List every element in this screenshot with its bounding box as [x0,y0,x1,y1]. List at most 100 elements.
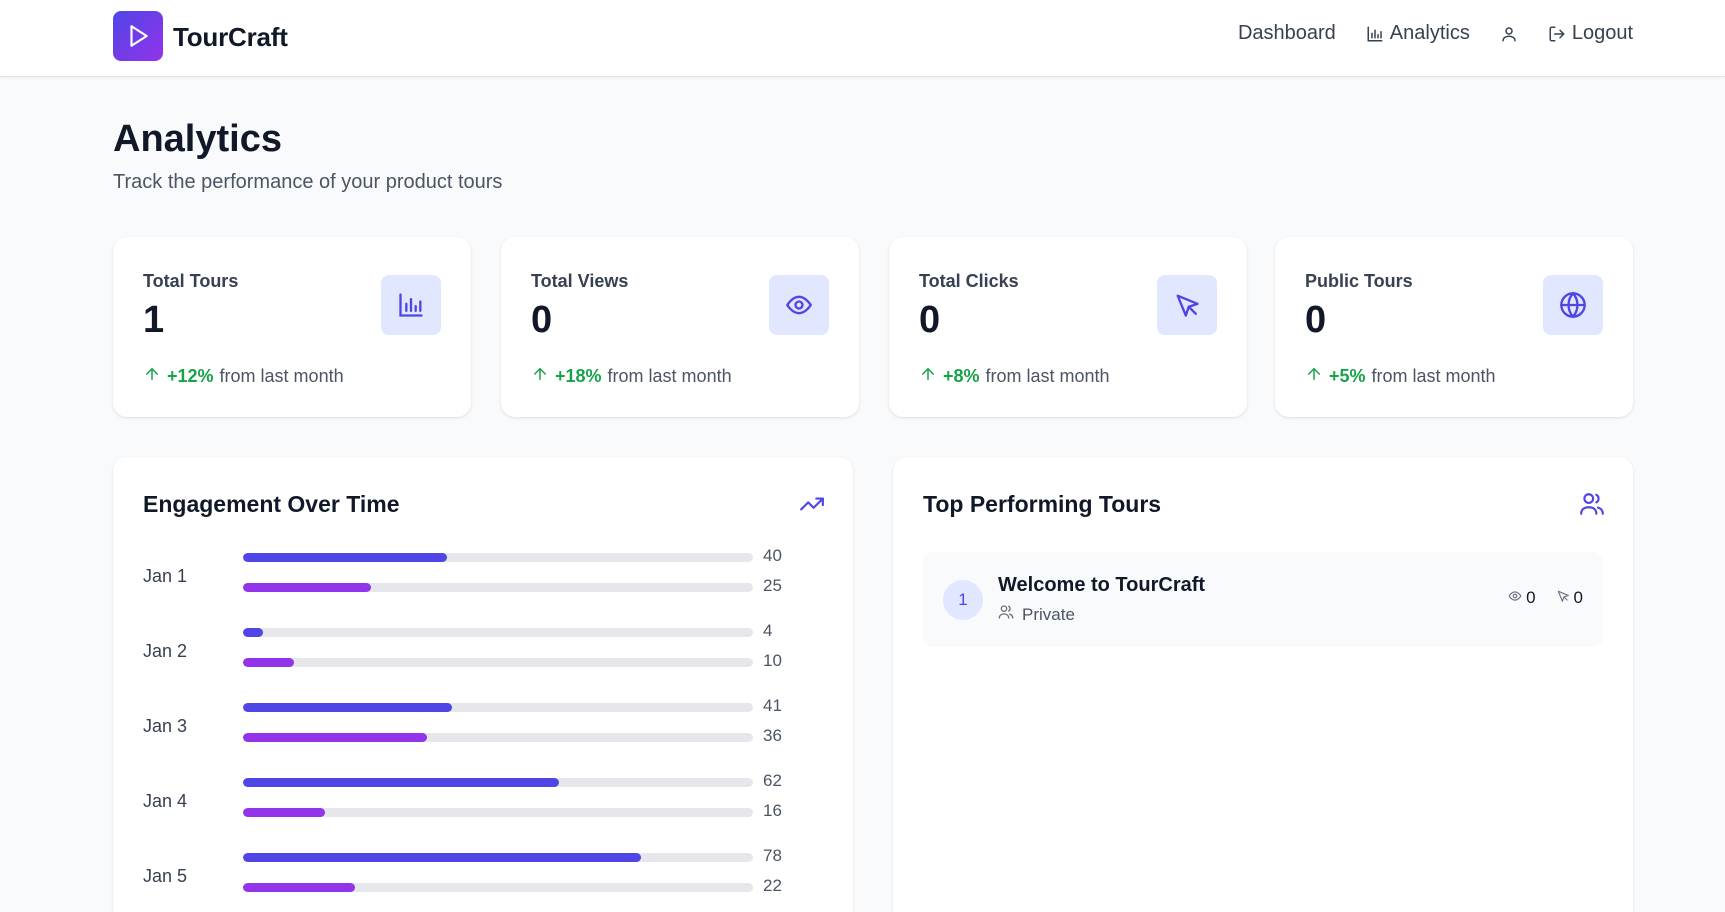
arrow-up-icon [919,365,937,388]
stat-card-public-tours: Public Tours 0 +5% from last month [1275,237,1633,417]
views-bar-track [243,553,753,562]
stat-value: 0 [1305,299,1327,341]
stat-change: +8% from last month [919,365,1110,388]
clicks-value-label: 25 [763,576,782,595]
clicks-bar [243,583,371,592]
clicks-value-label: 22 [763,876,782,895]
tour-name[interactable]: Welcome to TourCraft [998,574,1205,597]
views-bar-track [243,853,753,862]
stat-change-suffix: from last month [219,366,344,386]
engagement-row: Jan 5 78 22 [143,846,823,908]
stat-change-suffix: from last month [607,366,732,386]
eye-icon [769,275,829,335]
stat-label: Total Tours [143,271,239,291]
views-bar-track [243,778,753,787]
stat-card-total-clicks: Total Clicks 0 +8% from last month [889,237,1247,417]
tour-clicks-count: 0 [1573,588,1583,607]
users-icon [1579,491,1605,522]
clicks-bar [243,733,427,742]
nav-dashboard[interactable]: Dashboard [1238,22,1336,45]
trending-up-icon [799,491,825,522]
pointer-icon [1556,588,1570,608]
clicks-bar-track [243,883,753,892]
stat-card-total-views: Total Views 0 +18% from last month [501,237,859,417]
engagement-row: Jan 3 41 36 [143,696,823,758]
nav-analytics[interactable]: Analytics [1366,22,1470,45]
profile-button[interactable] [1500,25,1518,43]
views-bar [243,703,452,712]
tour-visibility-label: Private [1022,604,1075,624]
logo-icon[interactable] [113,11,163,61]
eye-icon [1508,588,1522,608]
page-title: Analytics [113,118,282,160]
views-bar-track [243,703,753,712]
stat-change: +18% from last month [531,365,732,388]
clicks-bar [243,658,294,667]
stat-label: Total Clicks [919,271,1019,291]
stat-change-suffix: from last month [985,366,1110,386]
tour-views-count: 0 [1526,588,1536,607]
logout-label: Logout [1571,22,1633,44]
brand-name[interactable]: TourCraft [173,22,288,53]
engagement-day-label: Jan 4 [143,791,188,811]
tour-rank: 1 [943,580,983,620]
stat-change-suffix: from last month [1371,366,1496,386]
stat-change-percent: +18% [555,366,602,386]
stat-change-percent: +5% [1329,366,1366,386]
tour-views: 0 [1508,588,1536,608]
engagement-row: Jan 2 4 10 [143,621,823,683]
stat-label: Total Views [531,271,629,291]
views-bar [243,628,263,637]
bar-chart-icon [1366,25,1384,43]
views-value-label: 4 [763,621,773,640]
tour-visibility: Private [998,604,1075,625]
nav-dashboard-label: Dashboard [1237,22,1336,44]
pointer-icon [1157,275,1217,335]
stat-change-percent: +12% [167,366,214,386]
views-bar [243,553,447,562]
stat-value: 0 [919,299,941,341]
engagement-row: Jan 4 62 16 [143,771,823,833]
tour-stats: 0 0 [1508,588,1583,608]
page-subtitle: Track the performance of your product to… [113,171,503,193]
arrow-up-icon [143,365,161,388]
users-icon [998,604,1014,625]
top-header: TourCraft Dashboard Analytics Logout [0,0,1725,77]
clicks-bar [243,808,325,817]
engagement-day-label: Jan 1 [143,566,188,586]
tour-list-item[interactable]: 1 Welcome to TourCraft Private 0 0 [923,552,1603,647]
stat-change: +5% from last month [1305,365,1496,388]
stat-label: Public Tours [1305,271,1413,291]
views-value-label: 62 [763,771,782,790]
arrow-up-icon [531,365,549,388]
nav-analytics-label: Analytics [1389,22,1470,44]
views-value-label: 41 [763,696,782,715]
engagement-day-label: Jan 5 [143,866,188,886]
globe-icon [1543,275,1603,335]
arrow-up-icon [1305,365,1323,388]
views-bar [243,853,641,862]
engagement-row: Jan 1 40 25 [143,546,823,608]
clicks-bar-track [243,583,753,592]
clicks-bar-track [243,808,753,817]
stat-change: +12% from last month [143,365,344,388]
clicks-value-label: 36 [763,726,782,745]
top-tours-panel: Top Performing Tours 1 Welcome to TourCr… [893,457,1633,912]
logout-button[interactable]: Logout [1548,22,1633,45]
tour-clicks: 0 [1556,588,1583,608]
stat-change-percent: +8% [943,366,980,386]
views-bar [243,778,559,787]
engagement-day-label: Jan 3 [143,716,188,736]
clicks-value-label: 10 [763,651,782,670]
top-tours-title: Top Performing Tours [923,491,1162,517]
stat-card-total-tours: Total Tours 1 +12% from last month [113,237,471,417]
views-value-label: 78 [763,846,782,865]
stat-value: 1 [143,299,165,341]
engagement-title: Engagement Over Time [143,491,400,517]
bar-chart-icon [381,275,441,335]
clicks-bar [243,883,355,892]
stat-value: 0 [531,299,553,341]
engagement-day-label: Jan 2 [143,641,188,661]
clicks-bar-track [243,658,753,667]
user-icon [1500,25,1518,43]
